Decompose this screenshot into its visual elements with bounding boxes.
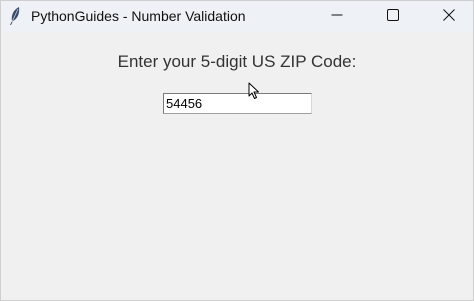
title-bar[interactable]: PythonGuides - Number Validation — [1, 1, 473, 32]
zip-prompt-label: Enter your 5-digit US ZIP Code: — [117, 52, 357, 71]
close-icon — [443, 8, 455, 26]
window-title: PythonGuides - Number Validation — [31, 8, 246, 24]
main-content: Enter your 5-digit US ZIP Code: — [1, 32, 473, 300]
maximize-icon — [387, 8, 399, 26]
minimize-icon — [331, 8, 343, 26]
close-button[interactable] — [421, 1, 474, 32]
feather-icon — [7, 6, 23, 26]
mouse-cursor-icon — [248, 82, 260, 100]
app-window: PythonGuides - Number Validation Enter y… — [0, 0, 474, 301]
zip-code-input[interactable] — [163, 93, 312, 114]
maximize-button[interactable] — [365, 1, 421, 32]
minimize-button[interactable] — [309, 1, 365, 32]
